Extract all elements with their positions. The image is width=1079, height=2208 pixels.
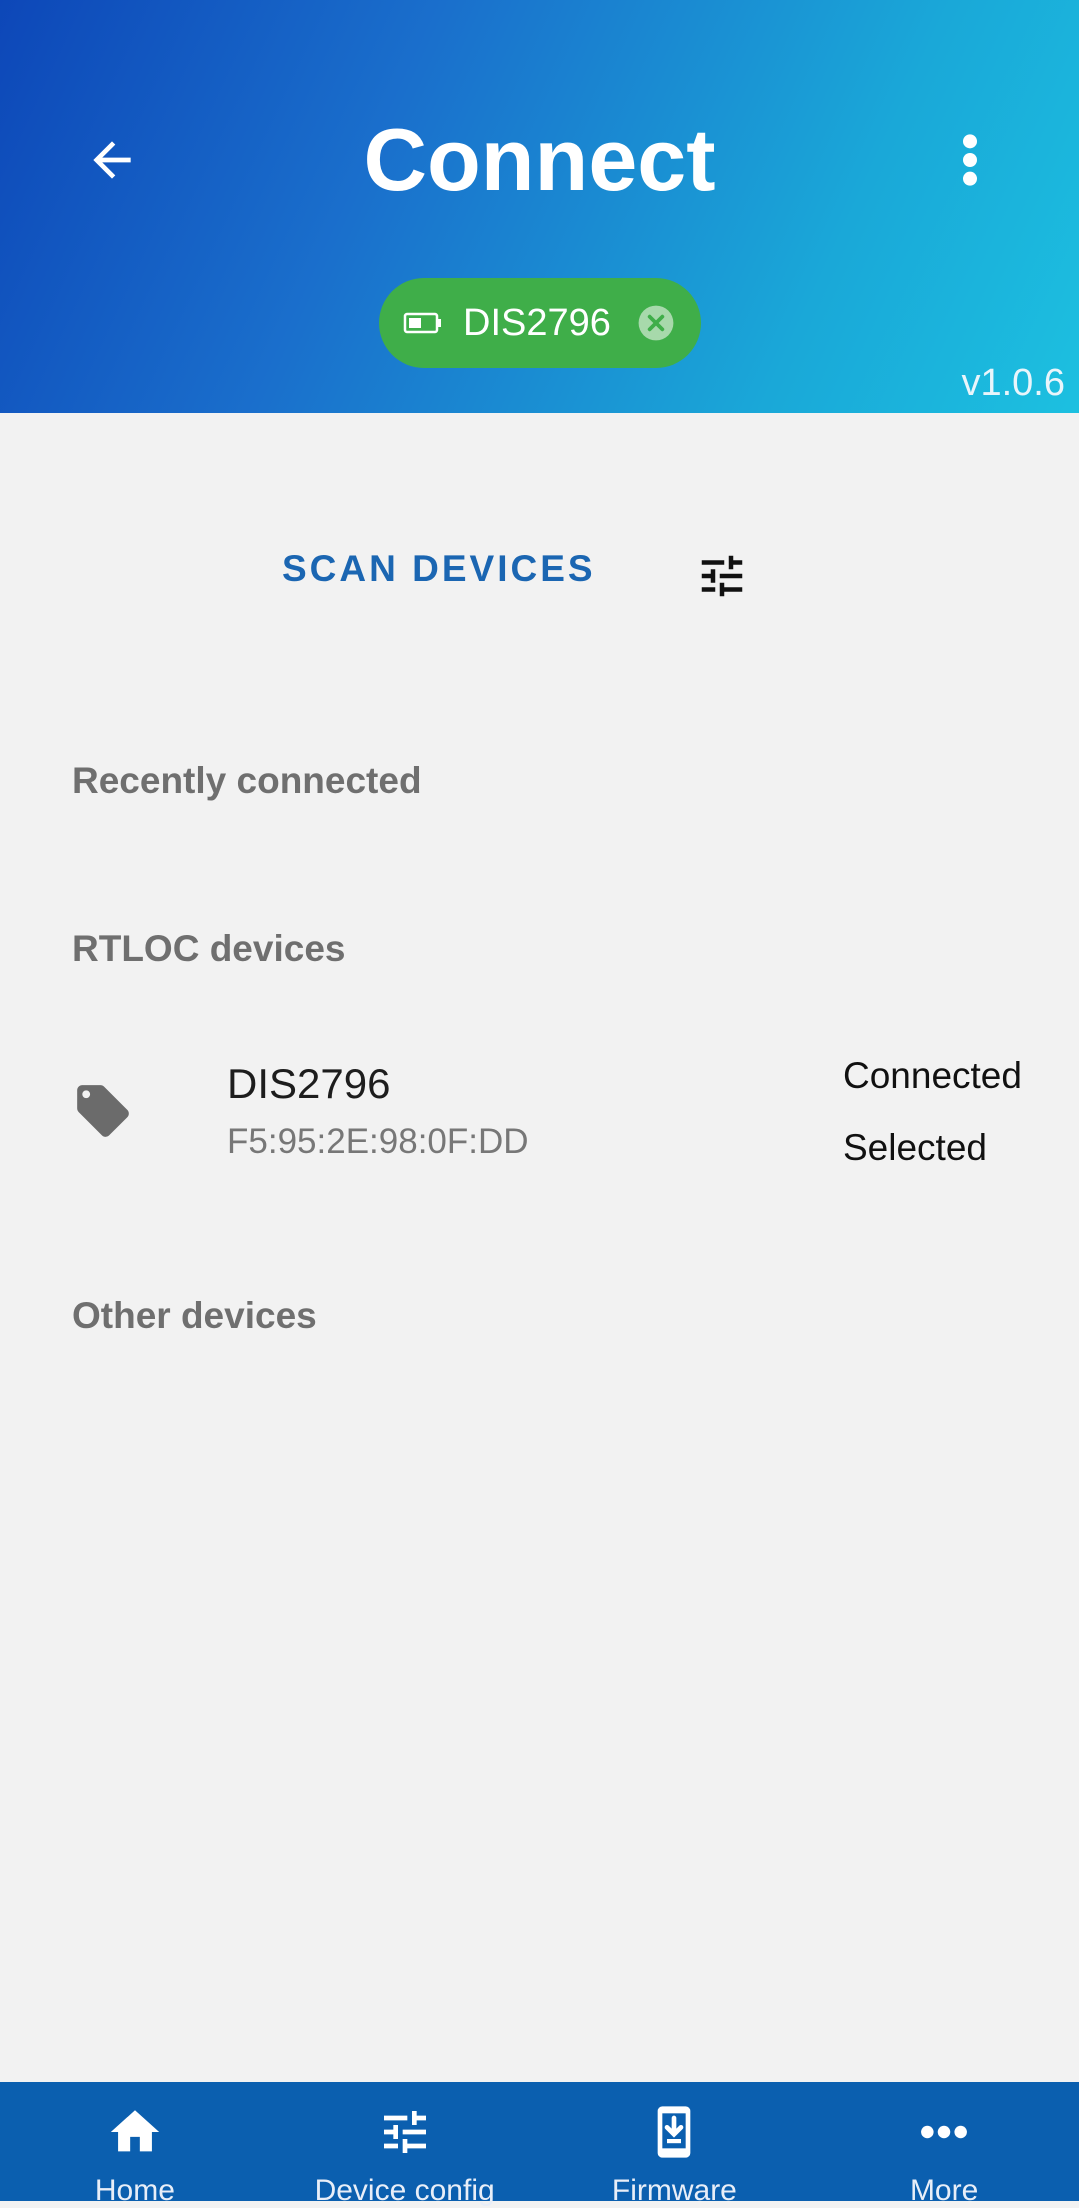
nav-firmware[interactable]: Firmware <box>540 2082 810 2207</box>
more-horizontal-icon <box>921 2125 968 2139</box>
status-selected: Selected <box>843 1127 987 1168</box>
more-vertical-icon <box>963 134 977 186</box>
nav-more[interactable]: More <box>809 2082 1079 2207</box>
home-icon <box>110 2110 160 2152</box>
nav-home[interactable]: Home <box>0 2082 270 2207</box>
section-rtloc-devices: RTLOC devices <box>72 928 346 969</box>
device-name: DIS2796 <box>227 1060 391 1107</box>
section-other-devices: Other devices <box>72 1295 317 1336</box>
chip-label: DIS2796 <box>463 301 611 344</box>
close-circle-icon[interactable] <box>637 304 675 342</box>
sliders-icon <box>383 2111 426 2153</box>
bottom-navigation: Home Device config Firmware More <box>0 2082 1079 2207</box>
app-header: Connect DIS2796 v1.0.6 <box>0 0 1079 413</box>
overflow-menu-button[interactable] <box>940 120 1000 200</box>
nav-device-config[interactable]: Device config <box>270 2082 540 2207</box>
tag-icon <box>77 1085 129 1137</box>
device-mac-address: F5:95:2E:98:0F:DD <box>227 1122 529 1161</box>
nav-device-config-label: Device config <box>314 2174 495 2207</box>
section-recently-connected: Recently connected <box>72 760 422 801</box>
scan-devices-button[interactable]: SCAN DEVICES <box>282 548 596 590</box>
phone-download-icon <box>658 2106 691 2158</box>
device-status: Connected Selected <box>843 1040 1022 1184</box>
status-connected: Connected <box>843 1055 1022 1096</box>
app-version: v1.0.6 <box>961 362 1065 404</box>
device-row[interactable]: DIS2796 F5:95:2E:98:0F:DD Connected Sele… <box>0 1040 1079 1190</box>
nav-home-label: Home <box>94 2174 175 2207</box>
nav-more-label: More <box>909 2174 979 2207</box>
page-title: Connect <box>363 110 716 209</box>
connected-device-chip[interactable]: DIS2796 <box>379 278 701 368</box>
filter-button[interactable] <box>690 544 754 608</box>
battery-icon <box>403 312 441 334</box>
nav-firmware-label: Firmware <box>611 2174 737 2207</box>
tune-icon <box>701 555 743 597</box>
